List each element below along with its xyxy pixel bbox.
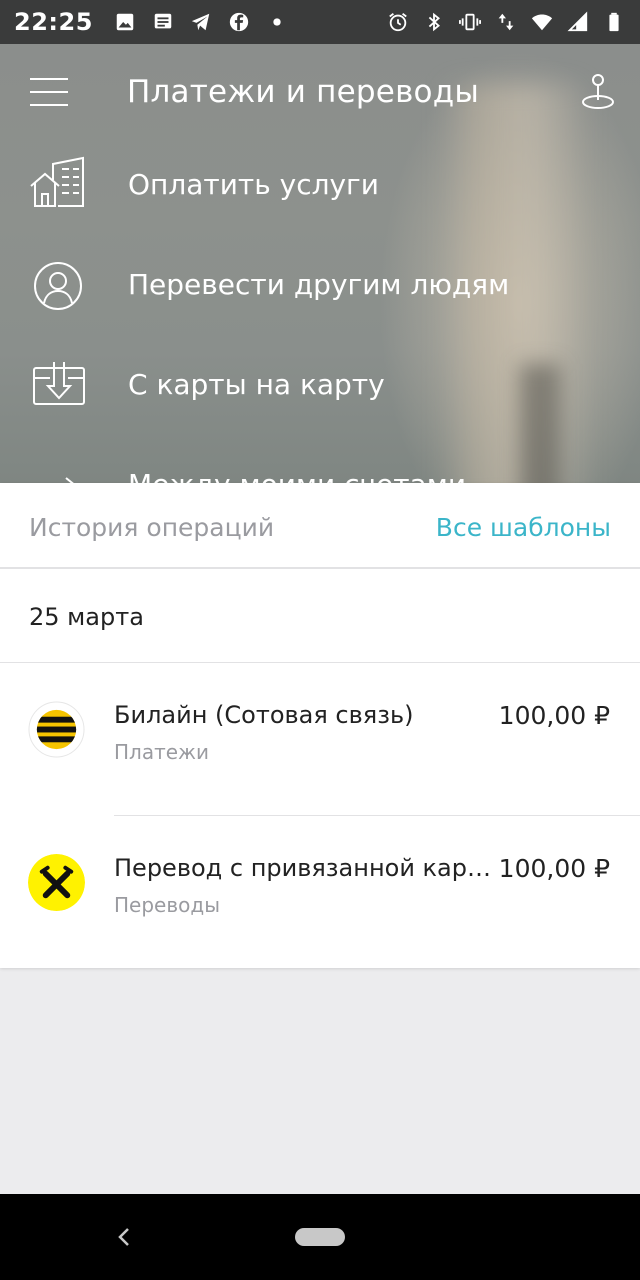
status-time: 22:25: [14, 8, 93, 36]
status-bar: 22:25: [0, 0, 640, 44]
vibrate-icon: [458, 10, 482, 34]
operation-title: Перевод с привязанной карты: [114, 854, 494, 882]
card-download-icon: [33, 362, 85, 405]
facebook-icon: [227, 10, 251, 34]
menu-item-label: Оплатить услуги: [128, 168, 379, 201]
operation-amount: 100,00 ₽: [498, 854, 610, 883]
app-bar: Платежи и переводы: [0, 44, 640, 144]
row-divider: [114, 815, 640, 816]
signal-icon: [566, 10, 590, 34]
person-circle-icon: [34, 262, 82, 310]
navigation-bar: [0, 1194, 640, 1280]
image-icon: [113, 10, 137, 34]
all-templates-link[interactable]: Все шаблоны: [436, 513, 611, 542]
date-header: 25 марта: [0, 571, 640, 663]
message-icon: [151, 10, 175, 34]
house-building-icon: [30, 156, 84, 207]
menu-item-label: Перевести другим людям: [128, 268, 510, 301]
payments-menu: Оплатить услуги Перевести другим людям С…: [0, 144, 640, 483]
battery-icon: [602, 10, 626, 34]
map-pin-icon[interactable]: [578, 72, 618, 112]
history-panel: История операций Все шаблоны 25 марта Би…: [0, 483, 640, 968]
hero-background: Платежи и переводы Оплатить услуги Перев…: [0, 44, 640, 483]
dot-icon: [265, 10, 289, 34]
menu-item-between-accounts[interactable]: Между моими счетами: [0, 444, 640, 483]
raiffeisen-logo: [28, 854, 85, 911]
beeline-logo: [28, 701, 85, 758]
wifi-icon: [530, 10, 554, 34]
operation-category: Переводы: [114, 893, 220, 917]
history-header: История операций Все шаблоны: [0, 483, 640, 569]
menu-item-card-to-card[interactable]: С карты на карту: [0, 344, 640, 444]
data-arrows-icon: [494, 10, 518, 34]
page-title: Платежи и переводы: [127, 74, 480, 110]
telegram-icon: [189, 10, 213, 34]
operation-row[interactable]: Перевод с привязанной карты Переводы 100…: [0, 817, 640, 969]
back-icon[interactable]: [112, 1222, 136, 1252]
menu-item-label: С карты на карту: [128, 368, 385, 401]
menu-item-label: Между моими счетами: [128, 468, 466, 483]
transfer-arrows-icon: [65, 477, 74, 483]
home-pill-button[interactable]: [295, 1228, 345, 1246]
menu-item-transfer-people[interactable]: Перевести другим людям: [0, 244, 640, 344]
operation-amount: 100,00 ₽: [498, 701, 610, 730]
operation-row[interactable]: Билайн (Сотовая связь) Платежи 100,00 ₽: [0, 664, 640, 816]
bluetooth-icon: [422, 10, 446, 34]
operation-category: Платежи: [114, 740, 210, 764]
alarm-icon: [386, 10, 410, 34]
operation-title: Билайн (Сотовая связь): [114, 701, 414, 729]
hamburger-icon[interactable]: [30, 78, 68, 106]
history-title: История операций: [29, 513, 275, 542]
date-label: 25 марта: [29, 603, 144, 631]
menu-item-pay-services[interactable]: Оплатить услуги: [0, 144, 640, 244]
